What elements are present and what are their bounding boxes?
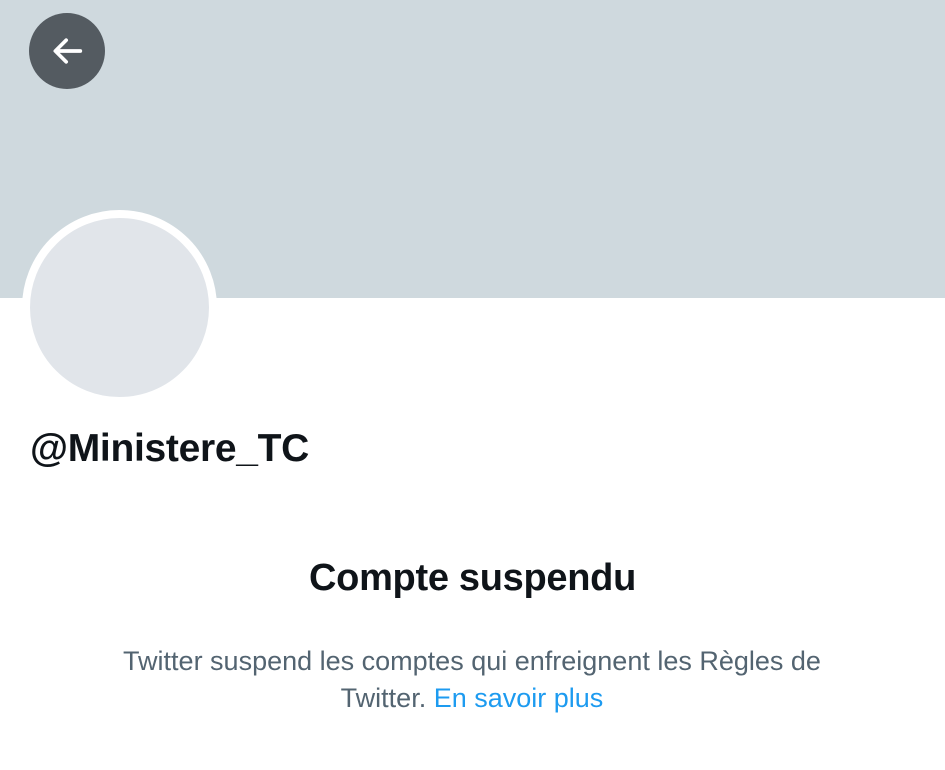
suspended-title: Compte suspendu [309, 557, 636, 599]
arrow-left-icon [47, 31, 87, 71]
suspended-message: Twitter suspend les comptes qui enfreign… [92, 643, 852, 717]
profile-handle: @Ministere_TC [30, 427, 310, 470]
back-button[interactable] [29, 13, 105, 89]
learn-more-link[interactable]: En savoir plus [434, 683, 604, 713]
avatar[interactable] [22, 210, 217, 405]
